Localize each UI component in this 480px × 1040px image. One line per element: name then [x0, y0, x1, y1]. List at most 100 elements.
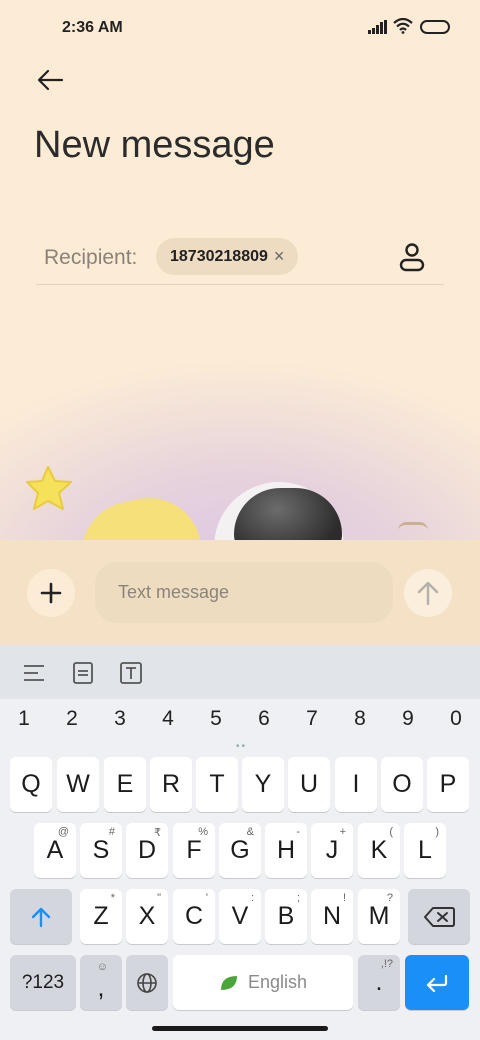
gesture-nav-bar[interactable]	[152, 1026, 328, 1031]
keyboard: 1 2 3 4 5 6 7 8 9 0 •• Q W E R T Y U I O…	[0, 645, 480, 1040]
symbols-key[interactable]: ?123	[10, 955, 76, 1010]
enter-key[interactable]	[405, 955, 469, 1010]
key-z[interactable]: * Z	[80, 889, 122, 944]
language-key[interactable]	[126, 955, 168, 1010]
key-a[interactable]: @ A	[34, 823, 76, 878]
key-g-label: G	[230, 836, 250, 864]
recipient-chip[interactable]: 18730218809 ×	[156, 238, 299, 275]
key-h[interactable]: -H	[265, 823, 307, 878]
key-b-alt: ;	[296, 892, 300, 904]
key-x-alt: "	[157, 892, 161, 904]
key-j[interactable]: + J	[311, 823, 353, 878]
shift-key[interactable]	[10, 889, 72, 944]
status-time: 2:36 AM	[62, 19, 123, 36]
key-9[interactable]: 9	[393, 707, 423, 731]
key-a-label: A	[46, 836, 64, 864]
antenna-illustration	[398, 522, 428, 539]
key-w[interactable]: W	[57, 757, 99, 812]
period-label: .	[375, 968, 383, 996]
key-1[interactable]: 1	[9, 707, 39, 731]
key-s-alt: #	[108, 826, 115, 838]
key-u[interactable]: U	[288, 757, 330, 812]
recipient-number: 18730218809	[170, 247, 268, 265]
key-s-label: S	[92, 836, 110, 864]
key-d-label: D	[137, 836, 157, 864]
battery-icon	[420, 20, 450, 34]
key-2[interactable]: 2	[57, 707, 87, 731]
send-arrow-icon	[417, 581, 439, 606]
key-r[interactable]: R	[150, 757, 192, 812]
key-g[interactable]: & G	[219, 823, 261, 878]
key-4[interactable]: 4	[153, 707, 183, 731]
comma-key[interactable]: ☺ ,	[80, 955, 122, 1010]
page-title: New message	[34, 124, 275, 166]
key-a-alt: @	[57, 826, 69, 838]
period-key[interactable]: ,!? .	[358, 955, 400, 1010]
key-3[interactable]: 3	[105, 707, 135, 731]
backspace-key[interactable]	[408, 889, 470, 944]
plus-icon	[40, 582, 62, 604]
key-f[interactable]: % F	[173, 823, 215, 878]
key-c-label: C	[184, 902, 204, 930]
key-t[interactable]: T	[196, 757, 238, 812]
key-j-label: J	[325, 836, 339, 864]
remove-recipient-icon[interactable]: ×	[274, 246, 285, 267]
key-j-alt: +	[339, 826, 346, 838]
key-n-alt: !	[342, 892, 346, 904]
key-h-label: H	[276, 836, 296, 864]
key-k[interactable]: (K	[358, 823, 400, 878]
key-s[interactable]: # S	[80, 823, 122, 878]
key-n-label: N	[322, 902, 342, 930]
key-v-label: V	[231, 902, 249, 930]
space-key[interactable]: English	[173, 955, 353, 1010]
key-p[interactable]: P	[427, 757, 469, 812]
key-m[interactable]: ? M	[358, 889, 400, 944]
period-alt: ,!?	[380, 958, 393, 970]
key-b[interactable]: ; B	[265, 889, 307, 944]
signal-icon	[368, 20, 387, 34]
key-y[interactable]: Y	[242, 757, 284, 812]
key-o[interactable]: O	[381, 757, 423, 812]
clipboard-icon[interactable]	[71, 661, 95, 685]
recipient-label: Recipient:	[44, 246, 138, 269]
page-indicator: ••	[236, 741, 248, 752]
text-align-icon[interactable]	[22, 661, 46, 685]
key-e[interactable]: E	[104, 757, 146, 812]
back-button[interactable]	[34, 64, 66, 96]
attach-button[interactable]	[27, 569, 75, 617]
keyboard-toolbar	[0, 645, 480, 699]
key-h-alt: -	[296, 826, 300, 838]
key-n[interactable]: ! N	[311, 889, 353, 944]
key-i[interactable]: I	[335, 757, 377, 812]
contact-picker-icon[interactable]	[398, 242, 426, 272]
key-c[interactable]: ' C	[173, 889, 215, 944]
key-x-label: X	[138, 902, 156, 930]
key-g-alt: &	[246, 826, 254, 838]
text-style-icon[interactable]	[119, 661, 143, 685]
key-q[interactable]: Q	[10, 757, 52, 812]
back-arrow-icon	[37, 69, 64, 91]
key-l[interactable]: ) L	[404, 823, 446, 878]
space-language-label: English	[247, 972, 308, 992]
globe-icon	[137, 972, 157, 993]
message-input[interactable]	[95, 562, 393, 623]
key-v-alt: :	[250, 892, 254, 904]
send-button[interactable]	[404, 569, 452, 617]
key-8[interactable]: 8	[345, 707, 375, 731]
key-m-alt: ?	[386, 892, 393, 904]
key-f-alt: %	[198, 826, 208, 838]
key-m-label: M	[368, 902, 390, 930]
key-z-alt: *	[110, 892, 115, 904]
star-illustration	[26, 466, 72, 510]
key-6[interactable]: 6	[249, 707, 279, 731]
key-0[interactable]: 0	[441, 707, 471, 731]
key-k-label: K	[370, 836, 388, 864]
key-5[interactable]: 5	[201, 707, 231, 731]
recipient-row: Recipient: 18730218809 ×	[36, 230, 444, 285]
key-7[interactable]: 7	[297, 707, 327, 731]
key-v[interactable]: :V	[219, 889, 261, 944]
key-x[interactable]: " X	[126, 889, 168, 944]
key-d[interactable]: ₹ D	[126, 823, 168, 878]
key-z-label: Z	[93, 902, 109, 930]
enter-icon	[426, 974, 448, 992]
